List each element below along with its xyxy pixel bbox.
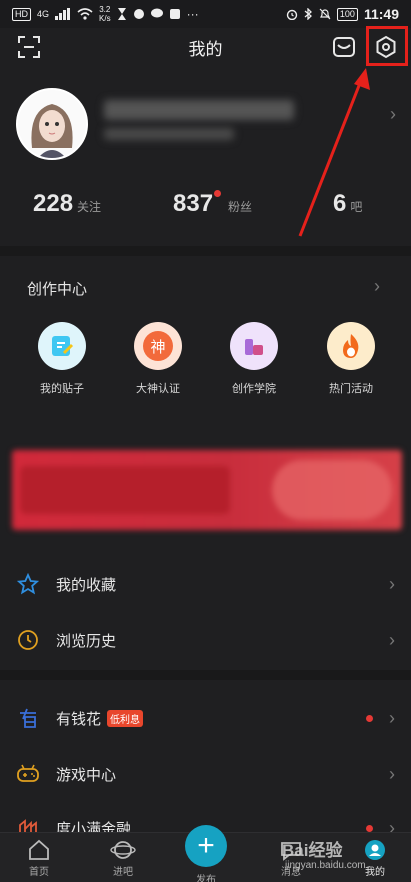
user-subtitle-blurred (104, 128, 234, 140)
creator-hot-events[interactable]: 热门活动 (311, 322, 391, 396)
chevron-right-icon: › (390, 104, 396, 124)
menu-game-center[interactable]: 游戏中心 › (0, 746, 411, 802)
notification-dot (366, 824, 373, 832)
edit-icon (38, 322, 86, 370)
stat-following[interactable]: 228 关注 (33, 190, 101, 218)
low-interest-badge: 低利息 (107, 709, 144, 727)
planet-icon (93, 837, 153, 863)
clock: 11:49 (363, 6, 399, 22)
chevron-right-icon: › (389, 573, 395, 594)
gamepad-icon (16, 762, 40, 786)
app-icon (169, 9, 180, 19)
menu-youqianhua[interactable]: 有钱花 低利息 › (0, 690, 411, 746)
avatar[interactable] (16, 88, 88, 160)
clock-icon (16, 628, 40, 652)
battery-indicator: 100 (336, 7, 358, 21)
chevron-right-icon[interactable]: › (374, 276, 380, 297)
network-speed: 3.2 K/s (99, 5, 111, 23)
alarm-icon (286, 9, 298, 20)
tab-home[interactable]: 首页 (9, 837, 69, 878)
menu-history[interactable]: 浏览历史 › (0, 612, 411, 668)
stat-followers[interactable]: 837 粉丝 (173, 190, 252, 218)
profile-header[interactable]: › (16, 88, 400, 162)
new-follower-dot (214, 190, 222, 197)
status-bar: HD 4G 3.2 K/s ··· 100 11:49 (0, 0, 411, 28)
menu-favorites[interactable]: 我的收藏 › (0, 556, 411, 612)
stats-row: 228 关注 837 粉丝 6 吧 (0, 190, 411, 222)
hd-indicator: HD (12, 7, 31, 21)
creation-center-grid: 我的贴子 神 大神认证 创作学院 热门活动 (0, 322, 411, 402)
creator-academy[interactable]: 创作学院 (214, 322, 294, 396)
settings-highlight-box (366, 26, 408, 66)
stat-bars[interactable]: 6 吧 (333, 190, 362, 218)
wifi-icon (77, 8, 93, 20)
baidu-jingyan-watermark: Bai经验 (282, 841, 343, 860)
notification-dot (366, 714, 373, 722)
star-icon (16, 572, 40, 596)
store-icon[interactable] (331, 34, 357, 60)
chevron-right-icon: › (389, 629, 395, 650)
mute-icon (319, 8, 331, 20)
creator-god-certification[interactable]: 神 大神认证 (118, 322, 198, 396)
hourglass-icon (117, 8, 126, 20)
god-cert-icon: 神 (134, 322, 182, 370)
tab-bars[interactable]: 进吧 (93, 837, 153, 878)
bottom-tab-bar: 首页 进吧 + 发布 消息 我的 (0, 825, 411, 882)
page-title: 我的 (188, 39, 223, 59)
watermark-url: jingyan.baidu.com (285, 860, 366, 871)
home-icon (9, 837, 69, 863)
academy-icon (230, 322, 278, 370)
fire-icon (327, 322, 375, 370)
divider (0, 670, 411, 680)
creation-center-title: 创作中心 (27, 281, 88, 298)
chat-icon (150, 8, 163, 18)
tab-post[interactable]: + 发布 (185, 825, 227, 882)
signal-bars-icon (55, 8, 71, 20)
tab-profile[interactable]: 我的 (345, 837, 405, 878)
creator-my-posts[interactable]: 我的贴子 (22, 322, 102, 396)
more-indicator: ··· (186, 7, 199, 21)
top-bar: 我的 (0, 28, 411, 66)
money-icon (16, 706, 40, 730)
chevron-right-icon: › (389, 763, 395, 784)
promo-banner[interactable] (12, 450, 402, 530)
scan-icon[interactable] (16, 34, 42, 60)
signal-indicator: 4G (37, 9, 50, 19)
notification-icon (133, 9, 144, 19)
bluetooth-icon (304, 8, 312, 20)
plus-icon: + (185, 825, 227, 867)
chevron-right-icon: › (389, 707, 395, 728)
username-blurred (104, 100, 294, 120)
divider (0, 246, 411, 256)
